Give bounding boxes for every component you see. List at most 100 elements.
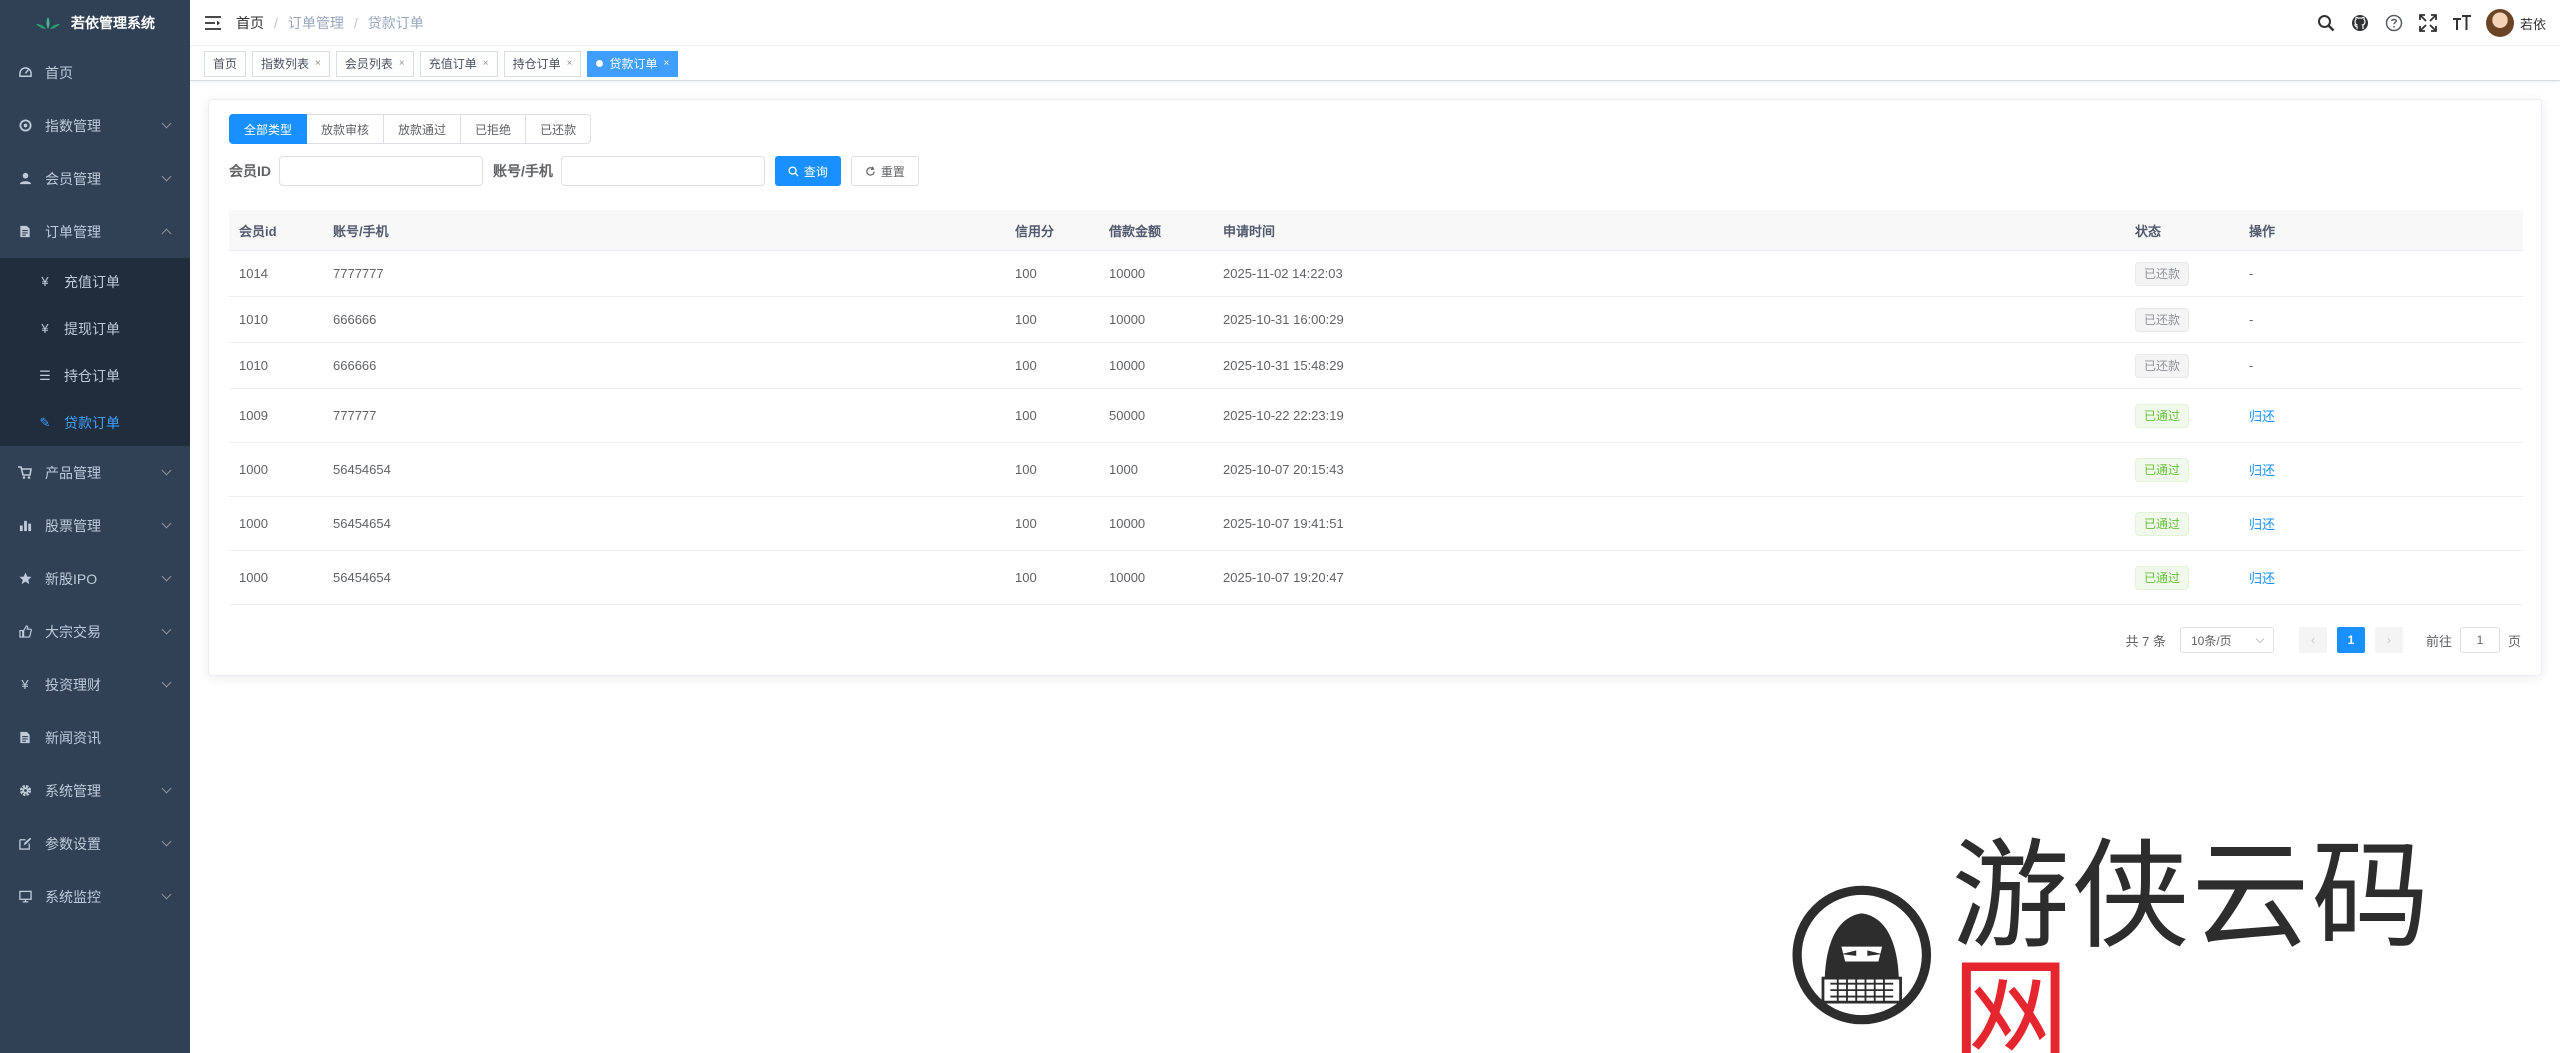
close-icon[interactable]: × xyxy=(483,58,489,69)
close-icon[interactable]: × xyxy=(399,58,405,69)
username[interactable]: 若依 xyxy=(2520,14,2546,33)
watermark-text: 游侠云码网 xyxy=(1952,837,2506,1053)
member-id-input[interactable] xyxy=(279,156,483,186)
status-filter-approved[interactable]: 放款通过 xyxy=(384,114,462,144)
status-filter-rejected[interactable]: 已拒绝 xyxy=(461,114,527,144)
sidebar-item-news[interactable]: 新闻资讯 xyxy=(0,711,190,764)
chevron-right-icon: › xyxy=(2386,633,2391,647)
sidebar-item-withdraw-orders[interactable]: ¥ 提现订单 xyxy=(0,305,190,352)
close-icon[interactable]: × xyxy=(567,58,573,69)
sidebar-logo[interactable]: 若依管理系统 xyxy=(0,0,190,46)
sidebar-item-index[interactable]: 指数管理 xyxy=(0,99,190,152)
sidebar-item-home[interactable]: 首页 xyxy=(0,46,190,99)
cell-member-id: 1000 xyxy=(239,516,268,531)
table-row: 1010 666666 100 10000 2025-10-31 16:00:2… xyxy=(229,297,2523,343)
table-row: 1000 56454654 100 10000 2025-10-07 19:41… xyxy=(229,497,2523,551)
sidebar-item-label: 新股IPO xyxy=(45,570,98,587)
chevron-down-icon xyxy=(161,571,172,582)
sidebar-item-label: 参数设置 xyxy=(45,835,101,852)
sidebar-item-system[interactable]: 系统管理 xyxy=(0,764,190,817)
chevron-up-icon xyxy=(161,228,172,239)
breadcrumb-home[interactable]: 首页 xyxy=(236,13,264,33)
top-navbar: 首页 / 订单管理 / 贷款订单 若依 xyxy=(190,0,2560,46)
sidebar-item-params[interactable]: 参数设置 xyxy=(0,817,190,870)
sidebar-item-label: 产品管理 xyxy=(45,464,101,481)
sidebar-item-position-orders[interactable]: ☰ 持仓订单 xyxy=(0,352,190,399)
sidebar-item-block-trade[interactable]: 大宗交易 xyxy=(0,605,190,658)
cell-account: 56454654 xyxy=(333,516,391,531)
sidebar-item-recharge-orders[interactable]: ¥ 充值订单 xyxy=(0,258,190,305)
bar-chart-icon xyxy=(18,519,32,533)
breadcrumb-separator: / xyxy=(353,14,358,31)
close-icon[interactable]: × xyxy=(315,58,321,69)
cell-action: 归还 xyxy=(2239,568,2523,587)
tag-member-list[interactable]: 会员列表 × xyxy=(335,50,414,77)
sidebar-toggle-icon[interactable] xyxy=(190,0,236,46)
target-icon xyxy=(18,119,32,133)
account-input[interactable] xyxy=(560,156,765,186)
sidebar-item-products[interactable]: 产品管理 xyxy=(0,446,190,499)
cell-account: 777777 xyxy=(333,408,377,423)
cell-amount: 10000 xyxy=(1109,516,1146,531)
column-header: 信用分 xyxy=(1015,223,1055,239)
page-size-select[interactable]: 10条/页 xyxy=(2179,627,2274,653)
cart-icon xyxy=(18,466,32,480)
status-filter-all[interactable]: 全部类型 xyxy=(229,114,308,144)
return-link[interactable]: 归还 xyxy=(2249,409,2275,424)
cell-credit: 100 xyxy=(1015,570,1037,585)
sidebar-item-label: 贷款订单 xyxy=(64,414,120,431)
sidebar-item-members[interactable]: 会员管理 xyxy=(0,152,190,205)
account-label: 账号/手机 xyxy=(493,163,553,179)
prev-page-button[interactable]: ‹ xyxy=(2298,627,2327,653)
search-icon[interactable] xyxy=(2316,13,2336,33)
tag-loan-orders[interactable]: 贷款订单 × xyxy=(587,50,679,77)
goto-page-input[interactable]: 1 xyxy=(2459,627,2500,653)
tag-position-orders[interactable]: 持仓订单 × xyxy=(503,50,582,77)
sidebar-item-investment[interactable]: ¥ 投资理财 xyxy=(0,658,190,711)
sidebar-item-label: 充值订单 xyxy=(64,273,120,290)
next-page-button[interactable]: › xyxy=(2374,627,2403,653)
column-header: 申请时间 xyxy=(1223,223,1276,239)
sidebar-item-orders[interactable]: 订单管理 xyxy=(0,205,190,258)
search-form: 会员ID 账号/手机 查询 重置 xyxy=(229,156,919,186)
sidebar-item-ipo[interactable]: 新股IPO xyxy=(0,552,190,605)
sidebar-item-label: 新闻资讯 xyxy=(45,729,101,746)
cell-account: 7777777 xyxy=(333,266,384,281)
tag-home[interactable]: 首页 xyxy=(204,50,247,77)
tag-index-list[interactable]: 指数列表 × xyxy=(252,50,330,77)
sidebar-item-monitor[interactable]: 系统监控 xyxy=(0,870,190,923)
cell-member-id: 1014 xyxy=(239,266,268,281)
cell-time: 2025-10-07 19:41:51 xyxy=(1223,516,1344,531)
font-size-icon[interactable] xyxy=(2452,13,2472,33)
user-icon xyxy=(18,172,32,186)
thumb-icon xyxy=(18,625,32,639)
sidebar-item-stocks[interactable]: 股票管理 xyxy=(0,499,190,552)
cell-amount: 10000 xyxy=(1109,570,1146,585)
close-icon[interactable]: × xyxy=(663,58,669,69)
chevron-down-icon xyxy=(161,118,172,129)
tag-recharge-orders[interactable]: 充值订单 × xyxy=(419,50,498,77)
avatar[interactable] xyxy=(2485,9,2514,37)
return-link[interactable]: 归还 xyxy=(2249,571,2275,586)
table-row: 1010 666666 100 10000 2025-10-31 15:48:2… xyxy=(229,343,2523,389)
dashboard-icon xyxy=(18,66,32,80)
help-icon[interactable] xyxy=(2384,13,2404,33)
fullscreen-icon[interactable] xyxy=(2418,13,2438,33)
search-button[interactable]: 查询 xyxy=(774,156,841,186)
github-icon[interactable] xyxy=(2350,13,2370,33)
chevron-down-icon xyxy=(2255,634,2265,644)
column-header: 操作 xyxy=(2249,223,2276,239)
return-link[interactable]: 归还 xyxy=(2249,517,2275,532)
status-filter-pending[interactable]: 放款审核 xyxy=(307,114,385,144)
cell-credit: 100 xyxy=(1015,358,1037,373)
sidebar-item-loan-orders[interactable]: ✎ 贷款订单 xyxy=(0,399,190,446)
return-link[interactable]: 归还 xyxy=(2249,463,2275,478)
pagination: 共 7 条 10条/页 ‹ 1 › 前往 1 页 xyxy=(2126,627,2521,653)
reset-button[interactable]: 重置 xyxy=(850,156,919,186)
sidebar-item-label: 会员管理 xyxy=(45,170,101,187)
page-number-button[interactable]: 1 xyxy=(2336,627,2365,653)
sidebar-item-label: 大宗交易 xyxy=(45,623,101,640)
sidebar-item-label: 系统管理 xyxy=(45,782,101,799)
tag-label: 贷款订单 xyxy=(609,57,658,71)
status-filter-repaid[interactable]: 已还款 xyxy=(526,114,592,144)
